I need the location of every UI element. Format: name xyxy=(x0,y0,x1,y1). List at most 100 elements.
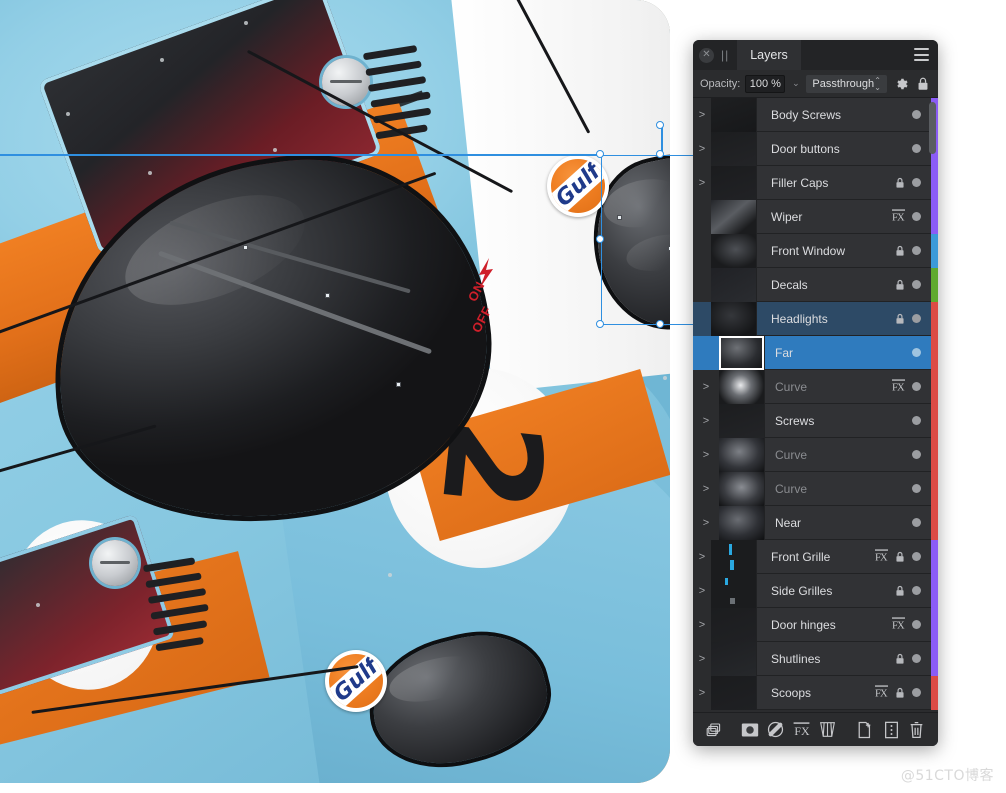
layer-lock-icon[interactable] xyxy=(895,653,905,665)
layer-thumbnail[interactable] xyxy=(719,505,765,540)
layer-thumbnail[interactable] xyxy=(711,233,757,268)
layer-row[interactable]: Front Window xyxy=(693,233,938,268)
image-canvas[interactable]: 2 ON OFF Gulf Gulf xyxy=(0,0,670,783)
gear-icon[interactable] xyxy=(892,77,909,91)
layer-row[interactable]: > Scoops FX xyxy=(693,675,938,710)
hamburger-menu-icon[interactable] xyxy=(914,48,929,61)
layer-visibility-toggle[interactable] xyxy=(912,382,921,391)
layer-lock-icon[interactable] xyxy=(895,245,905,257)
expand-arrow-icon[interactable]: > xyxy=(693,369,719,404)
fx-badge-icon[interactable]: FX xyxy=(891,208,906,225)
layer-thumbnail[interactable] xyxy=(719,335,765,370)
handle-top-center[interactable] xyxy=(656,150,664,158)
layer-lock-icon[interactable] xyxy=(895,687,905,699)
layer-visibility-toggle[interactable] xyxy=(912,348,921,357)
layer-thumbnail[interactable] xyxy=(711,131,757,166)
layer-row[interactable]: > Screws xyxy=(693,403,938,438)
layer-visibility-toggle[interactable] xyxy=(912,620,921,629)
layer-row[interactable]: Headlights xyxy=(693,301,938,336)
layer-visibility-toggle[interactable] xyxy=(912,178,921,187)
fx-layer-icon[interactable]: FX xyxy=(789,721,815,738)
layer-lock-icon[interactable] xyxy=(895,177,905,189)
expand-arrow-icon[interactable]: > xyxy=(693,505,719,540)
layers-list[interactable]: > Body Screws > Door buttons > Filler Caps Wip… xyxy=(693,98,938,712)
opacity-input[interactable]: 100 % xyxy=(745,74,786,93)
expand-arrow-icon[interactable]: > xyxy=(693,471,719,506)
layer-visibility-toggle[interactable] xyxy=(912,144,921,153)
layer-thumbnail[interactable] xyxy=(711,675,757,710)
fx-badge-icon[interactable]: FX xyxy=(874,684,889,701)
close-icon[interactable]: ✕ xyxy=(699,47,714,63)
layer-thumbnail[interactable] xyxy=(711,539,757,574)
tab-layers[interactable]: Layers xyxy=(737,40,801,70)
layer-lock-icon[interactable] xyxy=(895,313,905,325)
expand-arrow-icon[interactable]: > xyxy=(693,98,711,132)
expand-arrow-icon[interactable]: > xyxy=(693,675,711,710)
layer-row[interactable]: > Near xyxy=(693,505,938,540)
rotation-handle[interactable] xyxy=(656,121,664,129)
layer-row[interactable]: > Shutlines xyxy=(693,641,938,676)
layer-row[interactable]: > Curve xyxy=(693,437,938,472)
grip-icon[interactable]: || xyxy=(721,48,729,62)
layer-visibility-toggle[interactable] xyxy=(912,314,921,323)
mask-layer-icon[interactable] xyxy=(737,722,763,738)
fx-badge-icon[interactable]: FX xyxy=(891,616,906,633)
layer-thumbnail[interactable] xyxy=(719,437,765,472)
fx-badge-icon[interactable]: FX xyxy=(874,548,889,565)
layer-visibility-toggle[interactable] xyxy=(912,212,921,221)
layer-thumbnail[interactable] xyxy=(711,573,757,608)
blend-mode-select[interactable]: Passthrough ⌃ ⌄ xyxy=(806,74,887,93)
layer-thumbnail[interactable] xyxy=(711,607,757,642)
add-layer-icon[interactable] xyxy=(852,721,878,739)
handle-middle-left[interactable] xyxy=(596,235,604,243)
layer-visibility-toggle[interactable] xyxy=(912,688,921,697)
layer-visibility-toggle[interactable] xyxy=(912,246,921,255)
layer-lock-icon[interactable] xyxy=(895,585,905,597)
layer-row[interactable]: > Door buttons xyxy=(693,131,938,166)
layer-thumbnail[interactable] xyxy=(719,369,765,404)
expand-arrow-icon[interactable]: > xyxy=(693,641,711,676)
expand-arrow-icon[interactable]: > xyxy=(693,403,719,438)
layer-row[interactable]: > Side Grilles xyxy=(693,573,938,608)
layer-thumbnail[interactable] xyxy=(711,98,757,132)
layer-thumbnail[interactable] xyxy=(711,267,757,302)
live-filter-icon[interactable] xyxy=(815,721,841,738)
layers-panel[interactable]: ✕ || Layers Opacity: 100 % ⌄ Passthrough… xyxy=(693,40,938,746)
layer-row[interactable]: Far xyxy=(693,335,938,370)
layer-visibility-toggle[interactable] xyxy=(912,586,921,595)
expand-arrow-icon[interactable]: > xyxy=(693,437,719,472)
layer-visibility-toggle[interactable] xyxy=(912,110,921,119)
layer-row[interactable]: > Curve FX xyxy=(693,369,938,404)
layer-row[interactable]: Wiper FX xyxy=(693,199,938,234)
layer-thumbnail[interactable] xyxy=(719,403,765,438)
layer-visibility-toggle[interactable] xyxy=(912,552,921,561)
handle-bottom-center[interactable] xyxy=(656,320,664,328)
expand-arrow-icon[interactable]: > xyxy=(693,573,711,608)
layer-visibility-toggle[interactable] xyxy=(912,450,921,459)
layers-scrollbar[interactable] xyxy=(929,102,936,712)
expand-arrow-icon[interactable]: > xyxy=(693,607,711,642)
layer-visibility-toggle[interactable] xyxy=(912,416,921,425)
lock-icon[interactable] xyxy=(914,77,931,91)
layer-visibility-toggle[interactable] xyxy=(912,518,921,527)
layer-visibility-toggle[interactable] xyxy=(912,484,921,493)
layer-row[interactable]: > Front Grille FX xyxy=(693,539,938,574)
add-pixel-layer-icon[interactable] xyxy=(878,721,904,739)
expand-arrow-icon[interactable]: > xyxy=(693,165,711,200)
handle-top-left[interactable] xyxy=(596,150,604,158)
duplicate-layers-icon[interactable] xyxy=(703,722,725,738)
layer-row[interactable]: Decals xyxy=(693,267,938,302)
layer-lock-icon[interactable] xyxy=(895,279,905,291)
layer-row[interactable]: > Body Screws xyxy=(693,98,938,132)
expand-arrow-icon[interactable]: > xyxy=(693,131,711,166)
layer-lock-icon[interactable] xyxy=(895,551,905,563)
expand-arrow-icon[interactable]: > xyxy=(693,539,711,574)
layer-row[interactable]: > Door hinges FX xyxy=(693,607,938,642)
adjustment-layer-icon[interactable] xyxy=(763,721,789,738)
handle-bottom-left[interactable] xyxy=(596,320,604,328)
delete-layer-icon[interactable] xyxy=(904,721,928,739)
layer-thumbnail[interactable] xyxy=(711,165,757,200)
layer-row[interactable]: > Filler Caps xyxy=(693,165,938,200)
layer-thumbnail[interactable] xyxy=(711,199,757,234)
scrollbar-thumb[interactable] xyxy=(929,102,936,154)
